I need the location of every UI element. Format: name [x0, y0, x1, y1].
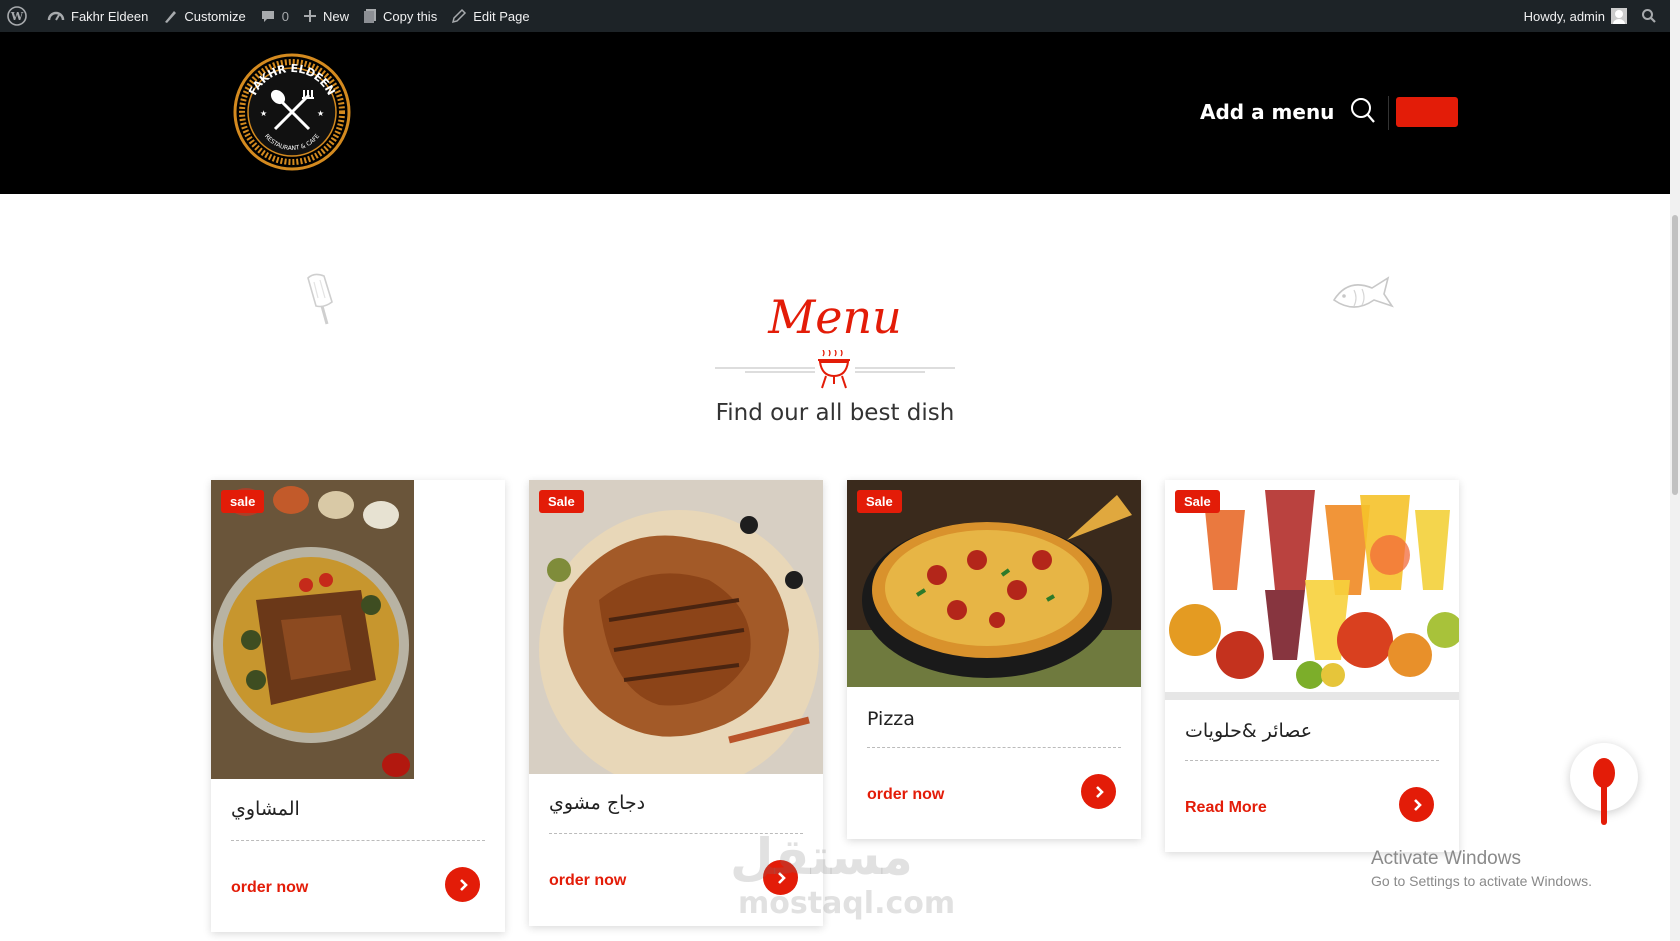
plus-icon	[303, 10, 316, 22]
copy-label: Copy this	[383, 8, 438, 24]
order-now-link[interactable]: order now	[231, 879, 308, 897]
menu-card-juices-desserts[interactable]: Sale عصائر &حلويات Read More	[1165, 480, 1459, 852]
section-subtitle: Find our all best dish	[715, 400, 955, 426]
customize-link[interactable]: Customize	[155, 0, 252, 32]
brush-icon	[165, 11, 177, 23]
site-name-label: Fakhr Eldeen	[71, 8, 149, 24]
card-title: عصائر &حلويات	[1185, 720, 1313, 742]
watermark-latin: mostaql.com	[738, 886, 956, 921]
sale-badge: Sale	[1175, 490, 1220, 513]
floating-spoon-button[interactable]	[1570, 743, 1638, 825]
sale-badge: Sale	[857, 490, 902, 513]
sale-badge: sale	[221, 490, 265, 513]
howdy-label: Howdy, admin	[1523, 8, 1605, 24]
site-header: FAKHR ELDEEN RESTAURANT & CAFE ★ ★ Add a…	[0, 32, 1670, 194]
grill-icon	[818, 350, 850, 389]
wordpress-logo-icon[interactable]: W	[0, 0, 40, 32]
grill-divider	[715, 350, 955, 389]
svg-text:★: ★	[317, 109, 324, 118]
grilled-chicken-photo[interactable]	[529, 480, 823, 774]
comments-count: 0	[281, 8, 289, 24]
header-divider	[1388, 96, 1389, 130]
order-now-link[interactable]: order now	[549, 872, 626, 890]
arrow-button[interactable]	[1399, 787, 1434, 822]
card-title: دجاج مشوي	[549, 792, 646, 814]
search-icon	[1642, 9, 1656, 23]
read-more-link[interactable]: Read More	[1185, 799, 1267, 817]
activate-title: Activate Windows	[1371, 848, 1521, 869]
svg-text:W: W	[10, 10, 24, 23]
header-cta-button[interactable]	[1396, 97, 1458, 127]
site-name-link[interactable]: Fakhr Eldeen	[40, 0, 155, 32]
copy-link[interactable]: Copy this	[356, 0, 444, 32]
juices-fruits-photo[interactable]	[1165, 480, 1459, 700]
watermark-arabic: مستقل	[730, 828, 913, 886]
search-icon[interactable]	[1350, 97, 1376, 125]
copy-icon	[364, 9, 376, 23]
card-separator	[1185, 760, 1439, 761]
restaurant-logo[interactable]: FAKHR ELDEEN RESTAURANT & CAFE ★ ★	[230, 50, 354, 174]
svg-text:★: ★	[260, 109, 267, 118]
account-menu[interactable]: Howdy, admin	[1517, 0, 1634, 32]
admin-search-button[interactable]	[1634, 0, 1670, 32]
customize-label: Customize	[184, 8, 246, 24]
card-separator	[231, 840, 485, 841]
grill-platter-photo[interactable]	[211, 480, 414, 779]
avatar	[1611, 8, 1627, 24]
chevron-right-icon	[459, 878, 468, 891]
admin-bar: W Fakhr Eldeen Customize 0 New Copy this…	[0, 0, 1670, 32]
chevron-right-icon	[1413, 798, 1422, 811]
spoon-icon	[1593, 758, 1615, 825]
edit-page-label: Edit Page	[473, 8, 530, 24]
nav-add-menu[interactable]: Add a menu	[1200, 100, 1334, 124]
scrollbar-thumb[interactable]	[1672, 215, 1678, 495]
card-title: المشاوي	[231, 798, 300, 820]
new-link[interactable]: New	[296, 0, 356, 32]
section-title: Menu	[768, 290, 902, 344]
watermark: مستقل mostaql.com	[730, 828, 955, 921]
pencil-icon	[452, 8, 467, 24]
new-label: New	[322, 8, 349, 24]
card-title: Pizza	[867, 708, 915, 730]
arrow-button[interactable]	[445, 867, 480, 902]
edit-page-link[interactable]: Edit Page	[444, 0, 536, 32]
menu-card-grills[interactable]: sale المشاوي order now	[211, 480, 505, 932]
activate-subtitle: Go to Settings to activate Windows.	[1371, 873, 1592, 889]
sale-badge: Sale	[539, 490, 584, 513]
menu-card-pizza[interactable]: Sale Pizza order now	[847, 480, 1141, 839]
comments-link[interactable]: 0	[253, 0, 296, 32]
comment-icon	[261, 11, 274, 22]
arrow-button[interactable]	[1081, 774, 1116, 809]
chevron-right-icon	[1095, 785, 1104, 798]
activate-windows-notice: Activate Windows Go to Settings to activ…	[1371, 848, 1592, 889]
order-now-link[interactable]: order now	[867, 786, 944, 804]
dashboard-icon	[47, 11, 65, 21]
card-separator	[867, 747, 1121, 748]
page-scrollbar[interactable]	[1670, 0, 1680, 941]
